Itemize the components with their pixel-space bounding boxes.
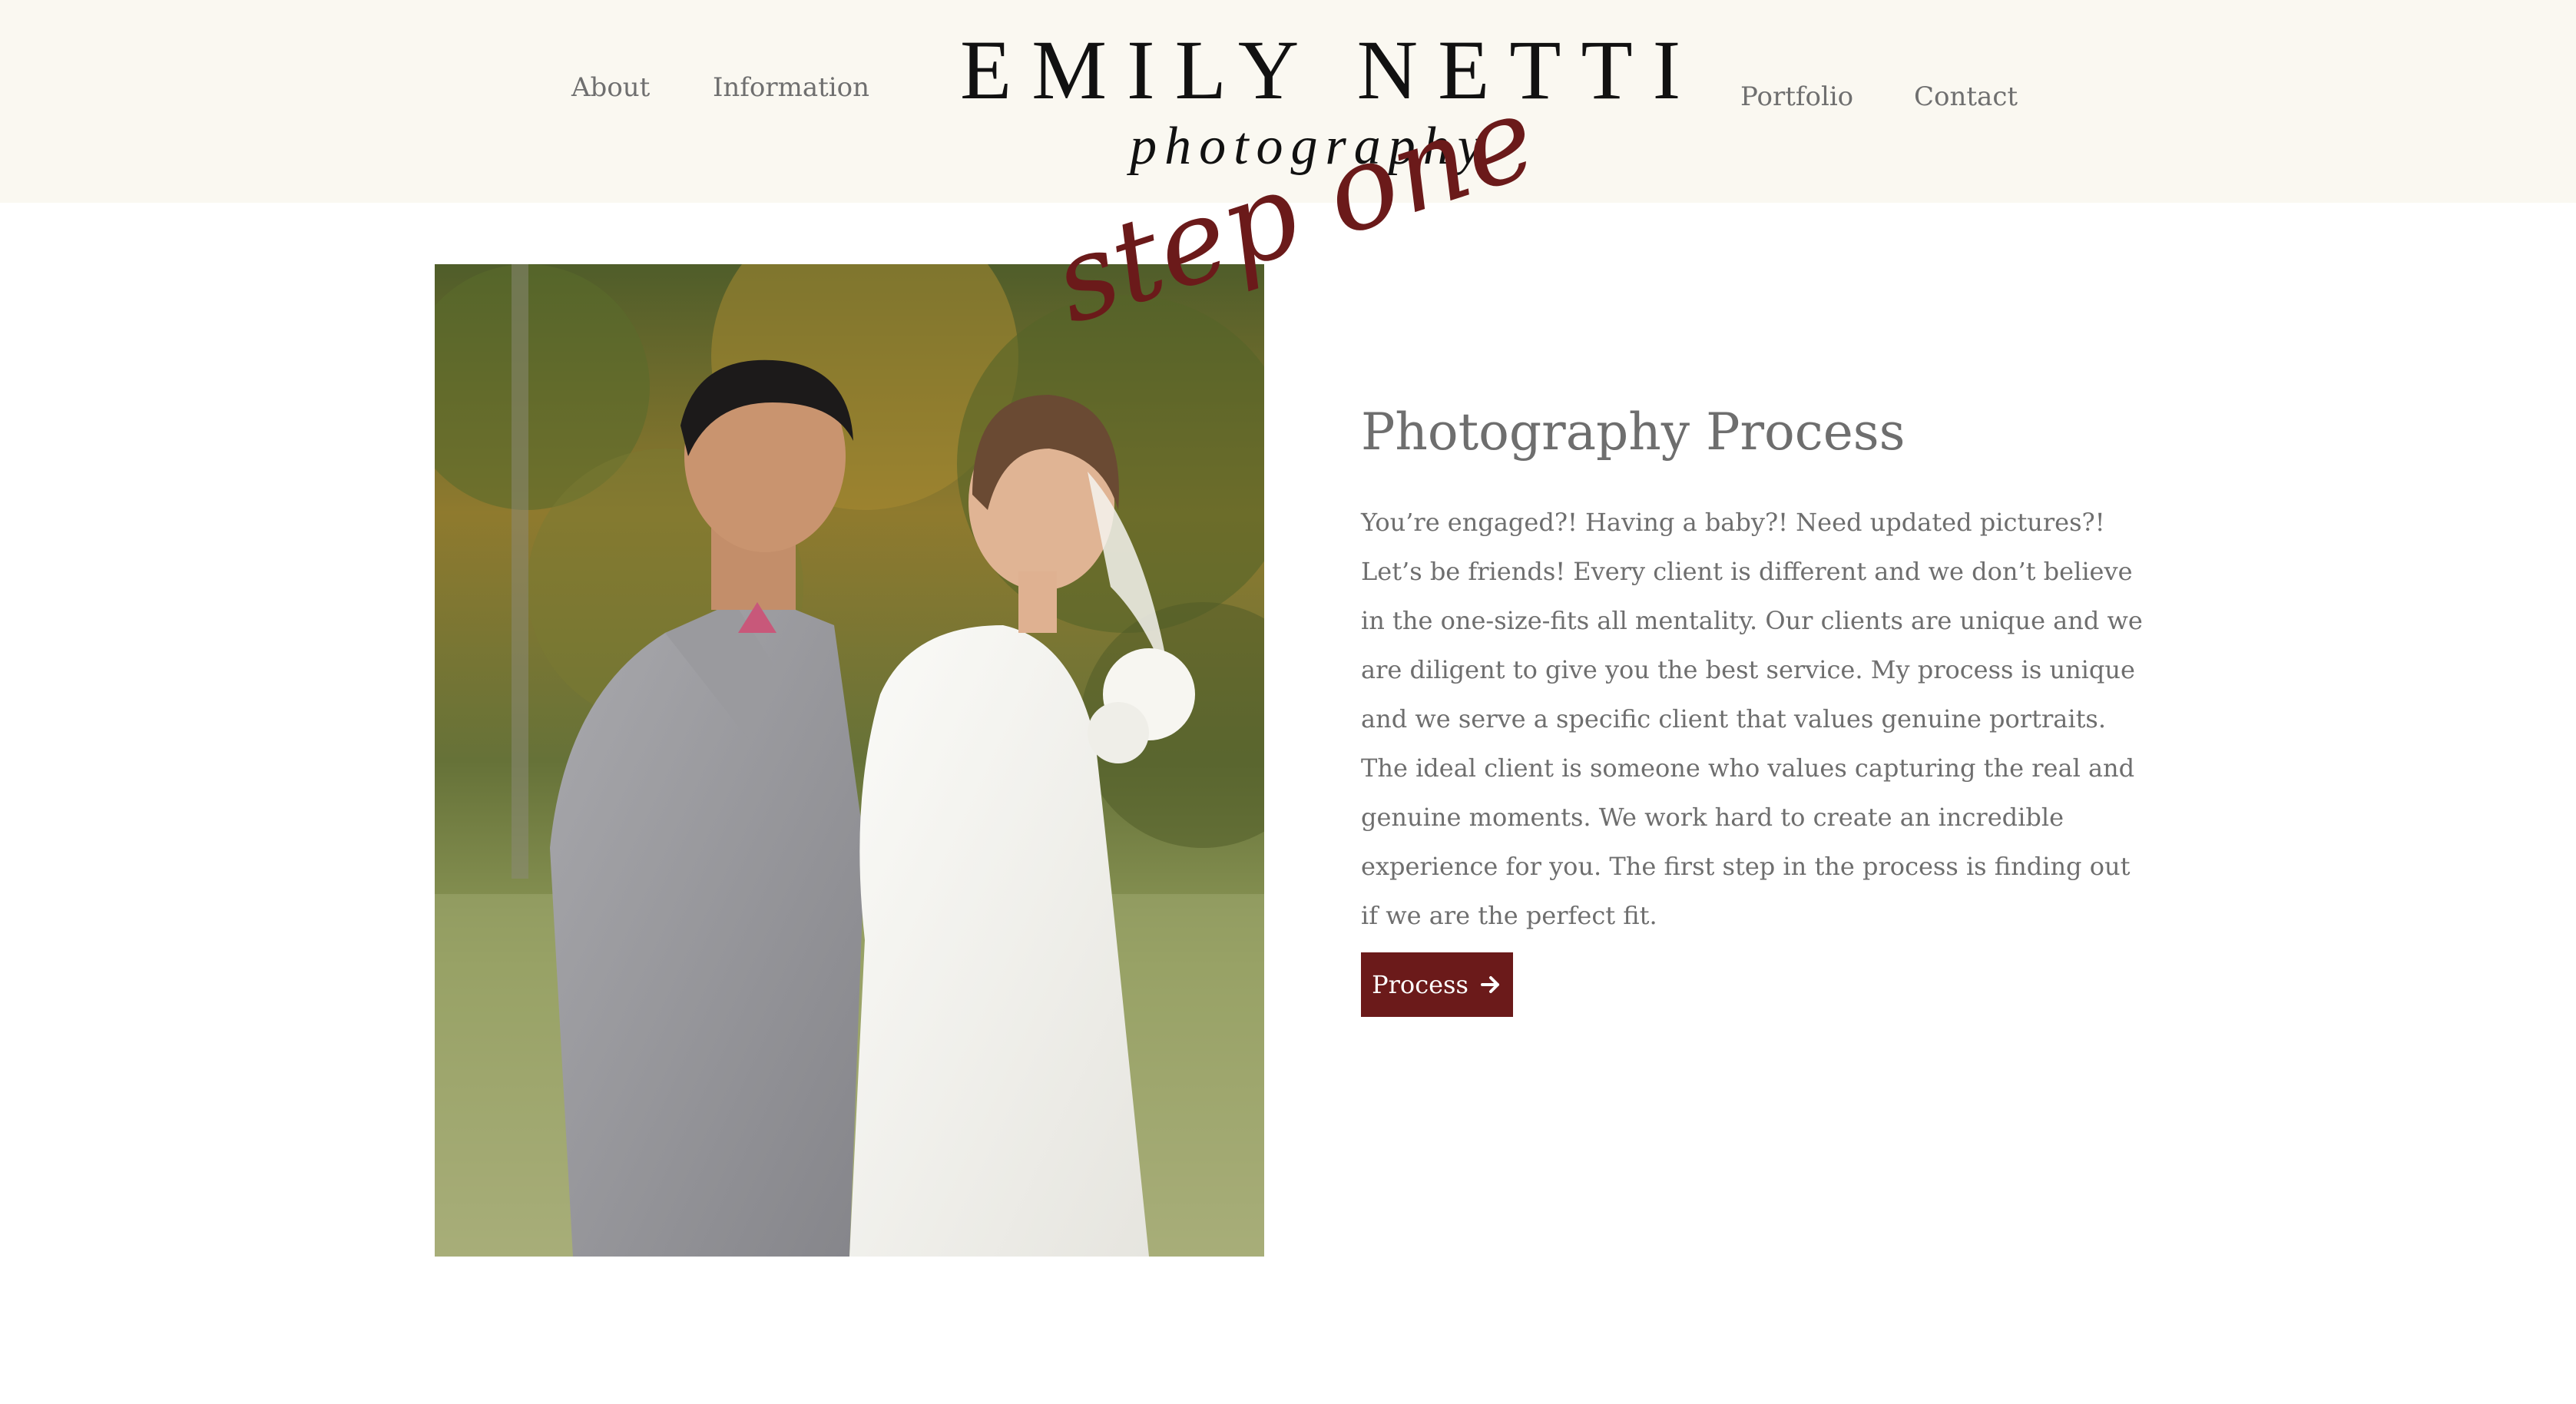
process-button[interactable]: Process [1361,952,1513,1017]
nav-link-contact[interactable]: Contact [1914,81,2018,112]
nav-link-about[interactable]: About [571,72,650,103]
arrow-right-icon [1480,976,1499,993]
nav-link-portfolio[interactable]: Portfolio [1740,81,1853,112]
wedding-couple-photo [435,264,1264,1257]
intro-paragraph: You’re engaged?! Having a baby?! Need up… [1361,508,2143,930]
logo-name: EMILY NETTI [960,23,1701,117]
process-button-label: Process [1372,970,1468,999]
section-title: Photography Process [1361,402,1906,462]
nav-link-information[interactable]: Information [713,72,869,103]
